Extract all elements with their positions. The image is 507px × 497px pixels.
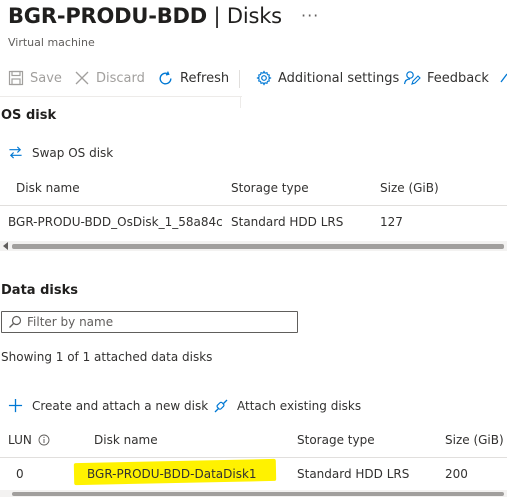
swap-os-disk-button[interactable]: Swap OS disk [8,145,113,160]
save-icon [8,70,24,86]
os-table-scrollbar[interactable] [0,241,507,251]
additional-settings-label: Additional settings [278,70,400,86]
refresh-icon [159,70,172,84]
save-button[interactable]: Save [8,66,62,90]
filter-box[interactable] [1,311,298,333]
close-icon [75,71,89,85]
swap-os-disk-label: Swap OS disk [32,145,114,160]
os-disk-storage-type: Standard HDD LRS [231,215,344,229]
col-storage-type[interactable]: Storage type [297,433,375,447]
create-attach-disk-button[interactable]: Create and attach a new disk [8,398,208,413]
col-disk-name[interactable]: Disk name [94,433,158,447]
os-disk-heading: OS disk [1,108,57,123]
refresh-button[interactable]: Refresh [157,66,229,90]
os-disk-name-link[interactable]: BGR-PRODU-BDD_OsDisk_1_58a84c [8,215,223,229]
filter-input[interactable] [27,315,277,329]
col-lun[interactable]: LUN [8,433,50,447]
data-disk-name-link[interactable]: BGR-PRODU-BDD-DataDisk1 [87,467,257,481]
info-icon[interactable] [38,434,50,446]
refresh-label: Refresh [180,70,230,86]
page-name: Disks [226,4,282,28]
gear-icon [256,70,272,86]
more-options-button[interactable]: ··· [301,6,319,25]
feedback-button[interactable]: Feedback [403,66,489,90]
discard-label: Discard [96,70,145,86]
attach-icon [214,399,228,413]
data-header-divider [0,457,507,458]
data-disk-lun: 0 [16,467,24,481]
data-disk-storage-type: Standard HDD LRS [297,467,410,481]
swap-icon [9,146,22,159]
create-attach-label: Create and attach a new disk [32,398,209,413]
toolbar-bottom-border [0,96,242,97]
save-label: Save [30,70,62,86]
title-separator: | [207,4,227,28]
data-table-scrollbar[interactable] [0,490,507,497]
discard-button[interactable]: Discard [74,66,145,90]
col-size[interactable]: Size (GiB) [445,433,504,447]
page-title: BGR-PRODU-BDD | Disks [8,4,282,28]
additional-settings-button[interactable]: Additional settings [256,66,399,90]
os-scroll-thumb[interactable] [12,244,504,249]
data-disks-heading: Data disks [1,283,78,298]
os-col-disk-name[interactable]: Disk name [16,181,80,195]
feedback-icon [403,71,421,85]
col-lun-label: LUN [8,433,32,447]
link-icon [500,73,507,83]
data-disk-size: 200 [445,467,468,481]
toolbar-divider [239,70,240,88]
os-header-divider [0,205,507,206]
scroll-left-icon[interactable] [3,242,8,250]
os-col-storage-type[interactable]: Storage type [231,181,309,195]
vm-name: BGR-PRODU-BDD [8,4,208,28]
attach-existing-label: Attach existing disks [237,399,362,413]
data-scroll-thumb[interactable] [12,492,504,496]
toolbar-bottom-divider [240,96,241,108]
showing-count: Showing 1 of 1 attached data disks [1,350,213,364]
os-col-size[interactable]: Size (GiB) [380,181,439,195]
feedback-label: Feedback [427,70,489,86]
os-disk-size: 127 [380,215,403,229]
search-icon [9,315,22,328]
page-subtitle: Virtual machine [8,36,95,49]
overflow-toolbar-button[interactable] [497,66,507,90]
plus-icon [8,398,23,413]
attach-existing-disks-button[interactable]: Attach existing disks [213,398,361,414]
